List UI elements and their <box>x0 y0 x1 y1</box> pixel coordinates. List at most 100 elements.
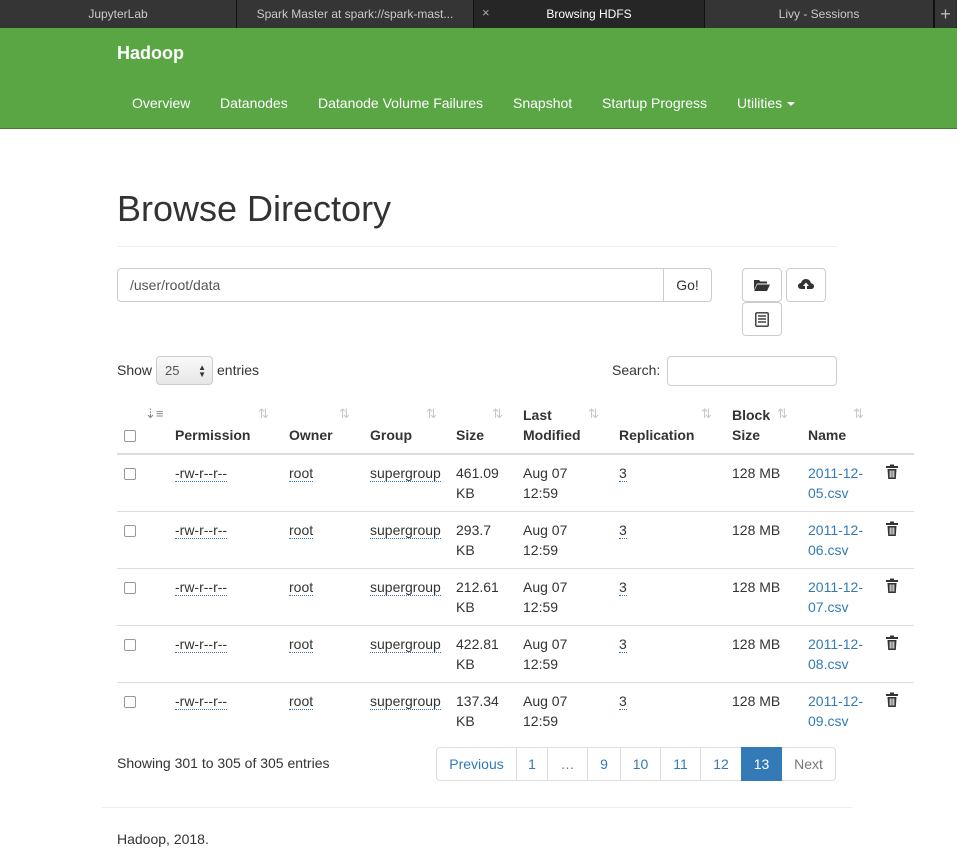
sort-icon[interactable]: ⇅ <box>339 406 350 422</box>
cell-owner[interactable]: root <box>289 577 314 597</box>
cell-replication[interactable]: 3 <box>619 691 627 711</box>
column-header-name[interactable]: Name <box>808 425 846 445</box>
pagination-page-1[interactable]: 1 <box>516 747 548 781</box>
group-link[interactable]: supergroup <box>370 465 441 482</box>
group-link[interactable]: supergroup <box>370 693 441 710</box>
cell-permission[interactable]: -rw-r--r-- <box>175 634 228 654</box>
sort-icon[interactable]: ⇅ <box>777 406 788 422</box>
group-link[interactable]: supergroup <box>370 579 441 596</box>
owner-link[interactable]: root <box>289 522 314 539</box>
group-link[interactable]: supergroup <box>370 522 441 539</box>
cell-replication[interactable]: 3 <box>619 634 627 654</box>
pagination-next-button[interactable]: Next <box>781 747 836 781</box>
permission-link[interactable]: -rw-r--r-- <box>175 636 228 653</box>
replication-link[interactable]: 3 <box>619 636 627 653</box>
upload-files-button[interactable] <box>786 268 826 302</box>
owner-link[interactable]: root <box>289 465 314 482</box>
row-checkbox[interactable] <box>124 639 136 651</box>
cell-replication[interactable]: 3 <box>619 577 627 597</box>
pagination-previous-button[interactable]: Previous <box>436 747 517 781</box>
replication-link[interactable]: 3 <box>619 693 627 710</box>
permission-link[interactable]: -rw-r--r-- <box>175 522 228 539</box>
file-name-link[interactable]: 2011-12- 05.csv <box>808 463 863 503</box>
row-checkbox[interactable] <box>124 468 136 480</box>
sort-icon[interactable]: ⇅ <box>258 406 269 422</box>
row-checkbox[interactable] <box>124 696 136 708</box>
entries-per-page-select[interactable]: 25 ▲ ▼ <box>156 356 213 385</box>
cell-owner[interactable]: root <box>289 634 314 654</box>
cell-group[interactable]: supergroup <box>370 634 441 654</box>
nav-datanodes[interactable]: Datanodes <box>220 95 288 111</box>
sort-icon[interactable]: ⇅ <box>701 406 712 422</box>
navbar-brand[interactable]: Hadoop <box>117 43 184 64</box>
file-name-link[interactable]: 2011-12- 06.csv <box>808 520 863 560</box>
pagination-page-9[interactable]: 9 <box>587 747 621 781</box>
cell-owner[interactable]: root <box>289 463 314 483</box>
cell-owner[interactable]: root <box>289 520 314 540</box>
file-name-link[interactable]: 2011-12- 07.csv <box>808 577 863 617</box>
sort-icon[interactable]: ⇅ <box>426 406 437 422</box>
row-checkbox[interactable] <box>124 582 136 594</box>
replication-link[interactable]: 3 <box>619 522 627 539</box>
column-header-permission[interactable]: Permission <box>175 425 250 445</box>
permission-link[interactable]: -rw-r--r-- <box>175 579 228 596</box>
column-header-size[interactable]: Size <box>456 425 484 445</box>
cell-owner[interactable]: root <box>289 691 314 711</box>
go-button[interactable]: Go! <box>663 268 712 302</box>
cell-permission[interactable]: -rw-r--r-- <box>175 520 228 540</box>
column-header-last-modified[interactable]: Last Modified <box>523 405 581 445</box>
cell-replication[interactable]: 3 <box>619 520 627 540</box>
cut-paste-button[interactable] <box>742 302 782 336</box>
cell-group[interactable]: supergroup <box>370 520 441 540</box>
cell-permission[interactable]: -rw-r--r-- <box>175 577 228 597</box>
select-all-checkbox[interactable] <box>124 430 136 442</box>
trash-icon[interactable] <box>885 578 899 594</box>
create-directory-button[interactable] <box>742 268 782 302</box>
nav-overview[interactable]: Overview <box>132 95 190 111</box>
cell-group[interactable]: supergroup <box>370 463 441 483</box>
cell-replication[interactable]: 3 <box>619 463 627 483</box>
replication-link[interactable]: 3 <box>619 579 627 596</box>
browser-tab-browsing-hdfs[interactable]: × Browsing HDFS <box>474 0 705 28</box>
pagination-page-12[interactable]: 12 <box>700 747 742 781</box>
column-header-block-size[interactable]: Block Size <box>732 405 770 445</box>
trash-icon[interactable] <box>885 521 899 537</box>
file-name-link[interactable]: 2011-12- 09.csv <box>808 691 863 731</box>
sort-icon[interactable]: ⇅ <box>853 406 864 422</box>
permission-link[interactable]: -rw-r--r-- <box>175 465 228 482</box>
new-tab-icon[interactable]: + <box>934 0 956 28</box>
cell-group[interactable]: supergroup <box>370 691 441 711</box>
column-header-group[interactable]: Group <box>370 425 412 445</box>
pagination-page-13-active[interactable]: 13 <box>741 747 782 781</box>
sort-icon[interactable]: ⇅ <box>492 406 503 422</box>
nav-startup-progress[interactable]: Startup Progress <box>602 95 707 111</box>
browser-tab-jupyterlab[interactable]: JupyterLab <box>0 0 237 28</box>
cell-group[interactable]: supergroup <box>370 577 441 597</box>
directory-path-input[interactable]: /user/root/data <box>117 268 664 302</box>
nav-datanode-volume-failures[interactable]: Datanode Volume Failures <box>318 95 483 111</box>
owner-link[interactable]: root <box>289 636 314 653</box>
trash-icon[interactable] <box>885 692 899 708</box>
close-tab-icon[interactable]: × <box>482 6 490 20</box>
search-input[interactable] <box>667 356 837 386</box>
pagination-page-11[interactable]: 11 <box>660 747 701 781</box>
browser-tab-spark-master[interactable]: Spark Master at spark://spark-mast... <box>237 0 474 28</box>
row-checkbox[interactable] <box>124 525 136 537</box>
pagination-page-10[interactable]: 10 <box>620 747 661 781</box>
sort-icon[interactable]: ⇅ <box>588 406 599 422</box>
cell-permission[interactable]: -rw-r--r-- <box>175 463 228 483</box>
browser-tab-livy-sessions[interactable]: Livy - Sessions <box>705 0 934 28</box>
trash-icon[interactable] <box>885 464 899 480</box>
nav-utilities-dropdown[interactable]: Utilities <box>737 95 796 111</box>
permission-link[interactable]: -rw-r--r-- <box>175 693 228 710</box>
replication-link[interactable]: 3 <box>619 465 627 482</box>
file-name-link[interactable]: 2011-12- 08.csv <box>808 634 863 674</box>
owner-link[interactable]: root <box>289 693 314 710</box>
group-link[interactable]: supergroup <box>370 636 441 653</box>
nav-snapshot[interactable]: Snapshot <box>513 95 572 111</box>
sort-asc-icon[interactable]: ⇣≡ <box>145 406 163 422</box>
owner-link[interactable]: root <box>289 579 314 596</box>
column-header-owner[interactable]: Owner <box>289 425 333 445</box>
cell-permission[interactable]: -rw-r--r-- <box>175 691 228 711</box>
column-header-replication[interactable]: Replication <box>619 425 694 445</box>
